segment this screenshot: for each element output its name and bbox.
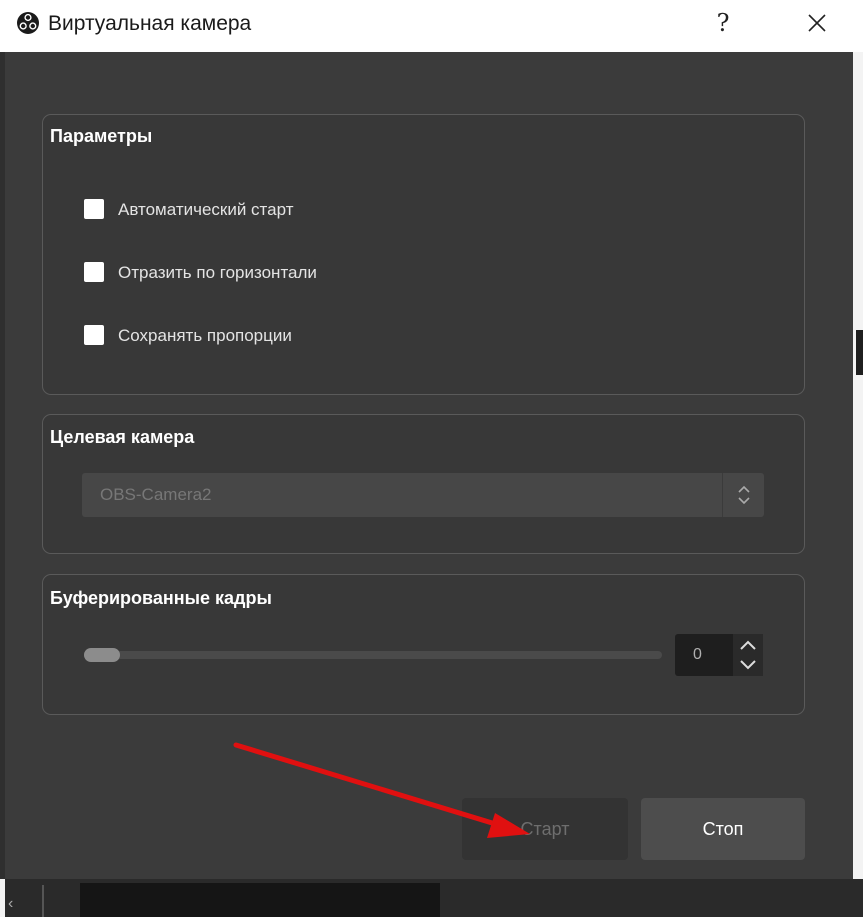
target-camera-value: OBS-Camera2	[100, 485, 212, 504]
help-button[interactable]: ?	[708, 6, 738, 40]
background-divider	[42, 885, 44, 917]
checkbox-box[interactable]	[84, 199, 104, 219]
select-arrows[interactable]	[722, 473, 764, 517]
close-icon	[808, 14, 826, 32]
title-bar: Виртуальная камера ?	[0, 0, 863, 52]
group-parameters	[42, 114, 805, 395]
group-buffered-frames-title: Буферированные кадры	[50, 588, 272, 608]
chevron-up-down-icon	[738, 485, 750, 505]
background-window-edge-left	[0, 879, 5, 917]
checkbox-label: Сохранять пропорции	[118, 326, 292, 345]
spin-arrows[interactable]	[733, 634, 763, 676]
buffered-frames-slider[interactable]	[84, 651, 662, 659]
buffered-frames-value: 0	[693, 646, 702, 663]
slider-handle[interactable]	[84, 648, 120, 662]
background-window-edge	[853, 52, 863, 917]
group-parameters-title: Параметры	[50, 126, 153, 146]
checkbox-label: Автоматический старт	[118, 200, 294, 219]
start-button[interactable]: Старт	[462, 798, 628, 860]
window-title: Виртуальная камера	[48, 12, 252, 35]
target-camera-select[interactable]: OBS-Camera2	[82, 473, 764, 517]
buffered-frames-spinbox[interactable]: 0	[675, 634, 763, 676]
checkbox-label: Отразить по горизонтали	[118, 263, 317, 282]
checkbox-box[interactable]	[84, 262, 104, 282]
close-button[interactable]	[797, 6, 837, 40]
group-target-camera-title: Целевая камера	[50, 427, 195, 447]
background-scrollbar	[856, 330, 863, 375]
chevron-up-down-icon	[740, 640, 756, 670]
background-panel	[80, 883, 440, 917]
checkbox-box[interactable]	[84, 325, 104, 345]
stop-button[interactable]: Стоп	[641, 798, 805, 860]
obs-logo-icon	[17, 12, 39, 34]
chevron-left-icon: ‹	[8, 895, 14, 912]
